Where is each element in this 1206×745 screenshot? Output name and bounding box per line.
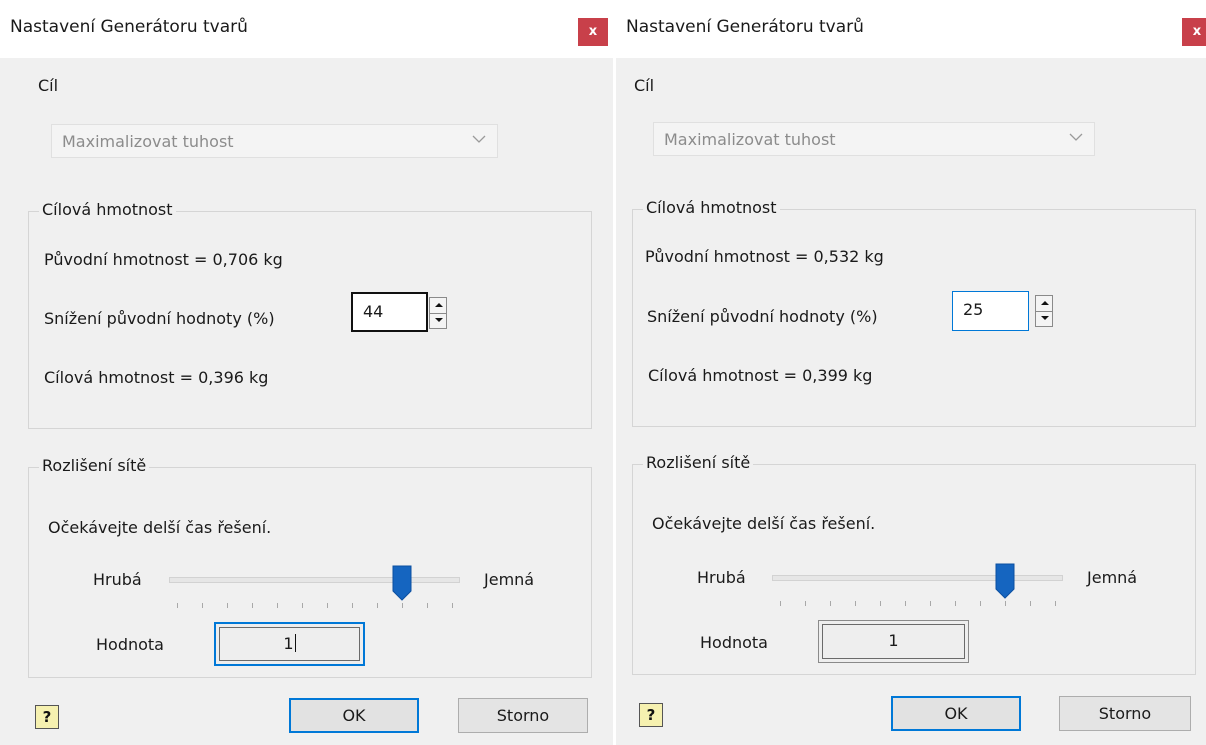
- slider-tick: [252, 603, 253, 608]
- reduction-value: 44: [363, 302, 384, 321]
- help-icon[interactable]: ?: [639, 703, 663, 727]
- slider-tick: [227, 603, 228, 608]
- ok-button[interactable]: OK: [891, 696, 1021, 731]
- slider-tick: [202, 603, 203, 608]
- spin-down-button[interactable]: [430, 313, 446, 328]
- slider-tick: [880, 601, 881, 606]
- mesh-value-field[interactable]: 1: [214, 622, 365, 666]
- ok-button[interactable]: OK: [289, 698, 419, 733]
- slider-tick: [402, 603, 403, 608]
- cancel-button[interactable]: Storno: [458, 698, 588, 733]
- slider-tick: [177, 603, 178, 608]
- dialog-title: Nastavení Generátoru tvarů: [10, 17, 248, 37]
- goal-label: Cíl: [38, 76, 59, 95]
- mesh-note: Očekávejte delší čas řešení.: [48, 518, 272, 537]
- slider-track: [772, 575, 1063, 581]
- slider-tick: [1005, 601, 1006, 606]
- original-mass-text: Původní hmotnost = 0,532 kg: [645, 247, 884, 266]
- target-mass-result: Cílová hmotnost = 0,396 kg: [44, 368, 269, 387]
- goal-selected-value: Maximalizovat tuhost: [664, 130, 836, 149]
- reduction-value: 25: [963, 300, 984, 319]
- arrow-down-icon: [435, 318, 443, 322]
- spin-up-button[interactable]: [1036, 296, 1052, 312]
- reduction-label: Snížení původní hodnoty (%): [44, 309, 275, 328]
- original-mass-text: Původní hmotnost = 0,706 kg: [44, 250, 283, 269]
- mesh-resolution-group-title: Rozlišení sítě: [39, 456, 150, 475]
- arrow-down-icon: [1041, 316, 1049, 320]
- goal-label: Cíl: [634, 76, 655, 95]
- mesh-value-field[interactable]: 1: [818, 620, 969, 663]
- goal-dropdown[interactable]: Maximalizovat tuhost: [51, 124, 498, 158]
- target-mass-result: Cílová hmotnost = 0,399 kg: [648, 366, 873, 385]
- value-label: Hodnota: [700, 633, 768, 652]
- coarse-label: Hrubá: [697, 568, 746, 587]
- help-icon[interactable]: ?: [35, 705, 59, 729]
- arrow-up-icon: [435, 303, 443, 307]
- spin-up-button[interactable]: [430, 298, 446, 314]
- close-button[interactable]: x: [578, 18, 608, 46]
- goal-dropdown[interactable]: Maximalizovat tuhost: [653, 122, 1095, 156]
- mesh-resolution-group-title: Rozlišení sítě: [643, 453, 754, 472]
- fine-label: Jemná: [1087, 568, 1138, 587]
- value-label: Hodnota: [96, 635, 164, 654]
- slider-tick: [352, 603, 353, 608]
- mesh-note: Očekávejte delší čas řešení.: [652, 514, 876, 533]
- chevron-down-icon: [472, 135, 486, 143]
- reduction-spinner[interactable]: [429, 297, 447, 329]
- slider-tick: [855, 601, 856, 606]
- slider-tick: [377, 603, 378, 608]
- slider-tick: [905, 601, 906, 606]
- slider-thumb[interactable]: [995, 563, 1015, 599]
- mesh-value: 1: [283, 634, 296, 653]
- title-bar[interactable]: Nastavení Generátoru tvarů x: [0, 0, 613, 58]
- cancel-button[interactable]: Storno: [1059, 696, 1191, 731]
- slider-tick: [427, 603, 428, 608]
- title-bar[interactable]: Nastavení Generátoru tvarů x: [616, 0, 1206, 58]
- slider-thumb[interactable]: [392, 565, 412, 601]
- slider-tick: [277, 603, 278, 608]
- slider-tick: [1055, 601, 1056, 606]
- target-mass-group-title: Cílová hmotnost: [643, 198, 780, 217]
- shape-generator-settings-dialog-right: Nastavení Generátoru tvarů x Cíl Maximal…: [616, 0, 1206, 745]
- slider-tick: [452, 603, 453, 608]
- slider-tick: [805, 601, 806, 606]
- mesh-value: 1: [888, 631, 899, 650]
- slider-tick: [302, 603, 303, 608]
- coarse-label: Hrubá: [93, 570, 142, 589]
- reduction-input[interactable]: 44: [351, 292, 428, 332]
- slider-tick: [980, 601, 981, 606]
- slider-tick: [930, 601, 931, 606]
- slider-tick: [830, 601, 831, 606]
- close-button[interactable]: x: [1182, 18, 1206, 46]
- slider-tick: [1030, 601, 1031, 606]
- slider-tick: [955, 601, 956, 606]
- target-mass-group-title: Cílová hmotnost: [39, 200, 176, 219]
- reduction-input[interactable]: 25: [952, 291, 1029, 331]
- slider-tick: [780, 601, 781, 606]
- shape-generator-settings-dialog-left: Nastavení Generátoru tvarů x Cíl Maximal…: [0, 0, 613, 745]
- goal-selected-value: Maximalizovat tuhost: [62, 132, 234, 151]
- reduction-spinner[interactable]: [1035, 295, 1053, 327]
- chevron-down-icon: [1069, 133, 1083, 141]
- slider-track: [169, 577, 460, 583]
- arrow-up-icon: [1041, 301, 1049, 305]
- fine-label: Jemná: [484, 570, 535, 589]
- dialog-title: Nastavení Generátoru tvarů: [626, 17, 864, 37]
- reduction-label: Snížení původní hodnoty (%): [647, 307, 878, 326]
- slider-tick: [327, 603, 328, 608]
- text-caret: [294, 634, 296, 652]
- spin-down-button[interactable]: [1036, 311, 1052, 326]
